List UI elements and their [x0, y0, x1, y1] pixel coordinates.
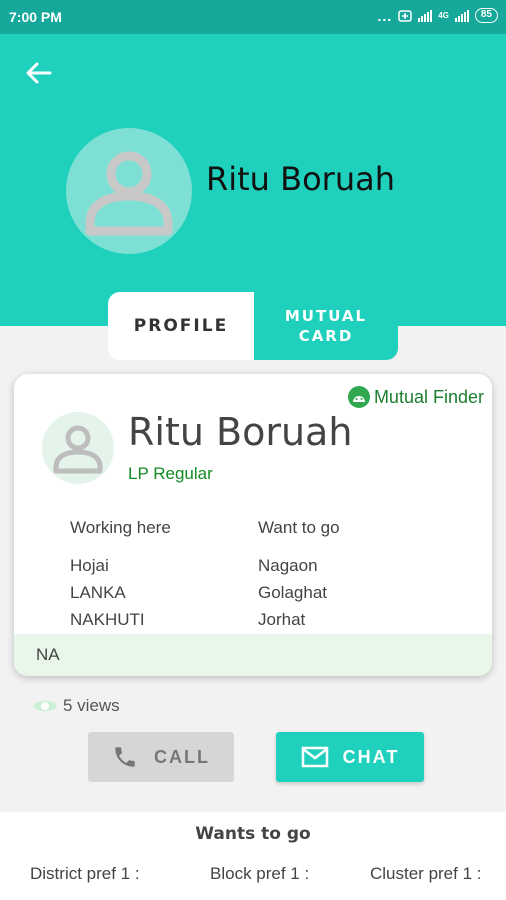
want-column: Want to go Nagaon Golaghat Jorhat — [258, 518, 340, 633]
profile-header: Ritu Boruah — [0, 34, 506, 326]
working-item: NAKHUTI — [70, 610, 145, 629]
back-arrow-icon[interactable] — [22, 56, 56, 90]
want-item: Jorhat — [258, 610, 306, 629]
profile-card: Mutual Finder Ritu Boruah LP Regular Wor… — [14, 374, 492, 676]
mail-icon — [301, 746, 328, 768]
phone-icon — [115, 747, 135, 767]
wants-title: Wants to go — [195, 824, 311, 844]
call-label: CALL — [154, 746, 210, 767]
status-bar: 7:00 PM ... 4G 85 — [0, 0, 506, 34]
signal-icon — [418, 9, 433, 22]
wants-to-go-section: Wants to go District pref 1 : Block pref… — [0, 812, 506, 900]
card-role: LP Regular — [128, 464, 213, 483]
want-header: Want to go — [258, 518, 340, 537]
working-column: Working here Hojai LANKA NAKHUTI — [70, 518, 171, 633]
chat-button[interactable]: CHAT — [276, 732, 424, 782]
signal-icon-2 — [454, 9, 469, 22]
notification-dots: ... — [377, 7, 393, 24]
alarm-icon — [398, 9, 412, 22]
want-item: Golaghat — [258, 583, 327, 602]
card-footer: NA — [14, 634, 492, 676]
working-item: LANKA — [70, 583, 126, 602]
call-button[interactable]: CALL — [88, 732, 234, 782]
status-icons: ... 4G 85 — [378, 8, 498, 23]
avatar — [66, 128, 192, 254]
block-pref: Block pref 1 : — [210, 864, 310, 883]
want-item: Nagaon — [258, 556, 318, 575]
eye-icon — [33, 700, 57, 712]
working-item: Hojai — [70, 556, 109, 575]
battery-icon: 85 — [474, 8, 498, 23]
tab-bar: PROFILE MUTUAL CARD — [108, 292, 398, 360]
status-time: 7:00 PM — [9, 9, 62, 25]
network-type: 4G — [438, 11, 449, 20]
mutual-finder-label: Mutual Finder — [373, 386, 484, 407]
views-label: 5 views — [63, 696, 120, 715]
card-name: Ritu Boruah — [128, 410, 353, 454]
mutual-finder-badge: Mutual Finder — [347, 386, 484, 408]
working-header: Working here — [70, 518, 171, 537]
android-icon — [347, 386, 370, 408]
card-avatar — [42, 412, 114, 484]
tab-profile[interactable]: PROFILE — [108, 292, 254, 360]
views-counter: 5 views — [32, 696, 120, 716]
avatar-icon — [53, 425, 103, 474]
cluster-pref: Cluster pref 1 : — [370, 864, 482, 883]
district-pref: District pref 1 : — [30, 864, 140, 883]
profile-name: Ritu Boruah — [206, 160, 395, 198]
avatar-icon — [85, 151, 173, 236]
chat-label: CHAT — [342, 746, 400, 767]
tab-mutual-card[interactable]: MUTUAL CARD — [254, 292, 398, 360]
